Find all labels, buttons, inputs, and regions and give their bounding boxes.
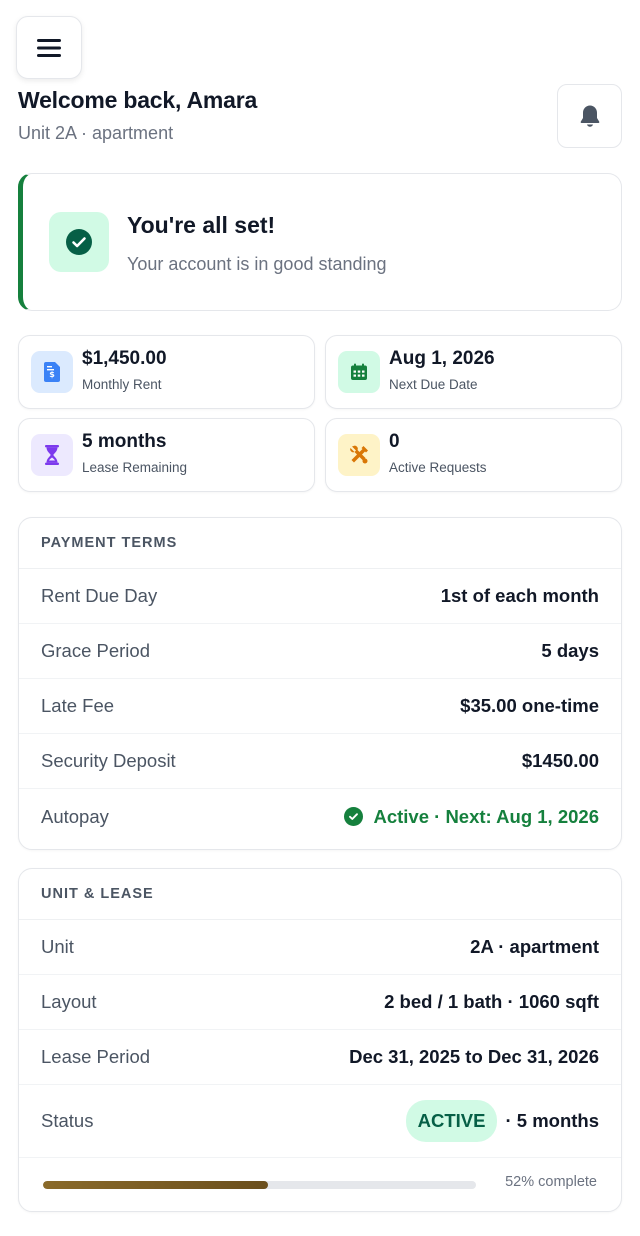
stat-card-active-requests: 0 Active Requests [325,418,622,492]
table-row: Unit 2A · apartment [19,920,621,975]
progress-track [43,1181,476,1189]
hourglass-icon [45,445,59,465]
status-title: You're all set! [127,212,276,238]
status-message: Your account is in good standing [127,254,387,274]
menu-button[interactable] [16,16,82,79]
stat-card-lease-remaining: 5 months Lease Remaining [18,418,315,492]
status-duration: · 5 months [505,1110,599,1131]
hamburger-icon [37,38,61,57]
row-label: Lease Period [41,1046,151,1067]
table-row: Layout 2 bed / 1 bath · 1060 sqft [19,975,621,1030]
table-row: Lease Period Dec 31, 2025 to Dec 31, 202… [19,1030,621,1085]
lease-progress: 52% complete [19,1157,621,1208]
row-value: $1450.00 [521,750,599,771]
stat-label: Next Due Date [389,377,478,392]
account-status-card: You're all set! Your account is in good … [18,173,622,311]
autopay-text: Active · Next: Aug 1, 2026 [373,805,599,827]
stat-value: $1,450.00 [82,348,167,369]
unit-subtitle: Unit 2A · apartment [18,123,174,143]
page-title: Welcome back, Amara [18,87,258,113]
check-icon [344,807,364,826]
tools-icon-wrap [338,434,380,476]
calendar-icon-wrap [338,351,380,393]
progress-text: 52% complete [505,1174,597,1190]
payment-terms-section: PAYMENT TERMS Rent Due Day 1st of each m… [18,517,622,850]
status-badge: ACTIVE [405,1100,498,1142]
row-label: Status [41,1110,94,1131]
svg-text:$: $ [49,370,55,379]
table-row: Autopay Active · Next: Aug 1, 2026 [19,789,621,844]
row-value: 2A · apartment [470,936,599,957]
row-value: 1st of each month [440,585,599,606]
row-label: Late Fee [41,695,115,716]
stat-card-monthly-rent: $ $1,450.00 Monthly Rent [18,335,315,409]
row-label: Security Deposit [41,750,176,771]
check-circle-icon [66,229,92,255]
row-value: $35.00 one-time [460,695,599,716]
receipt-icon: $ [44,362,60,382]
row-label: Layout [41,991,97,1012]
row-label: Grace Period [41,640,150,661]
row-value: Dec 31, 2025 to Dec 31, 2026 [349,1046,599,1067]
row-value: 2 bed / 1 bath · 1060 sqft [384,991,599,1012]
bell-icon [580,105,599,127]
table-row: Rent Due Day 1st of each month [19,569,621,624]
section-heading: UNIT & LEASE [19,869,621,920]
notifications-button[interactable] [557,84,622,148]
row-label: Autopay [41,805,109,827]
table-row: Late Fee $35.00 one-time [19,679,621,734]
row-label: Unit [41,936,74,957]
table-row: Status ACTIVE · 5 months [19,1085,621,1157]
status-icon-wrap [49,212,109,272]
stat-label: Lease Remaining [82,460,188,475]
tools-icon [350,445,368,464]
row-label: Rent Due Day [41,585,158,606]
unit-lease-section: UNIT & LEASE Unit 2A · apartment Layout … [18,868,622,1212]
section-heading: PAYMENT TERMS [19,518,621,569]
row-value: 5 days [541,640,599,661]
lease-status: ACTIVE · 5 months [405,1100,599,1142]
hourglass-icon-wrap [31,434,73,476]
stat-value: 5 months [82,431,167,452]
stat-label: Monthly Rent [82,377,162,392]
receipt-icon-wrap: $ [31,351,73,393]
table-row: Grace Period 5 days [19,624,621,679]
progress-fill [43,1181,269,1189]
stat-card-next-due-date: Aug 1, 2026 Next Due Date [325,335,622,409]
stat-label: Active Requests [389,460,487,475]
stat-value: 0 [389,431,400,452]
calendar-icon [351,363,367,380]
stat-value: Aug 1, 2026 [389,348,495,369]
autopay-status: Active · Next: Aug 1, 2026 [344,806,599,828]
table-row: Security Deposit $1450.00 [19,734,621,789]
